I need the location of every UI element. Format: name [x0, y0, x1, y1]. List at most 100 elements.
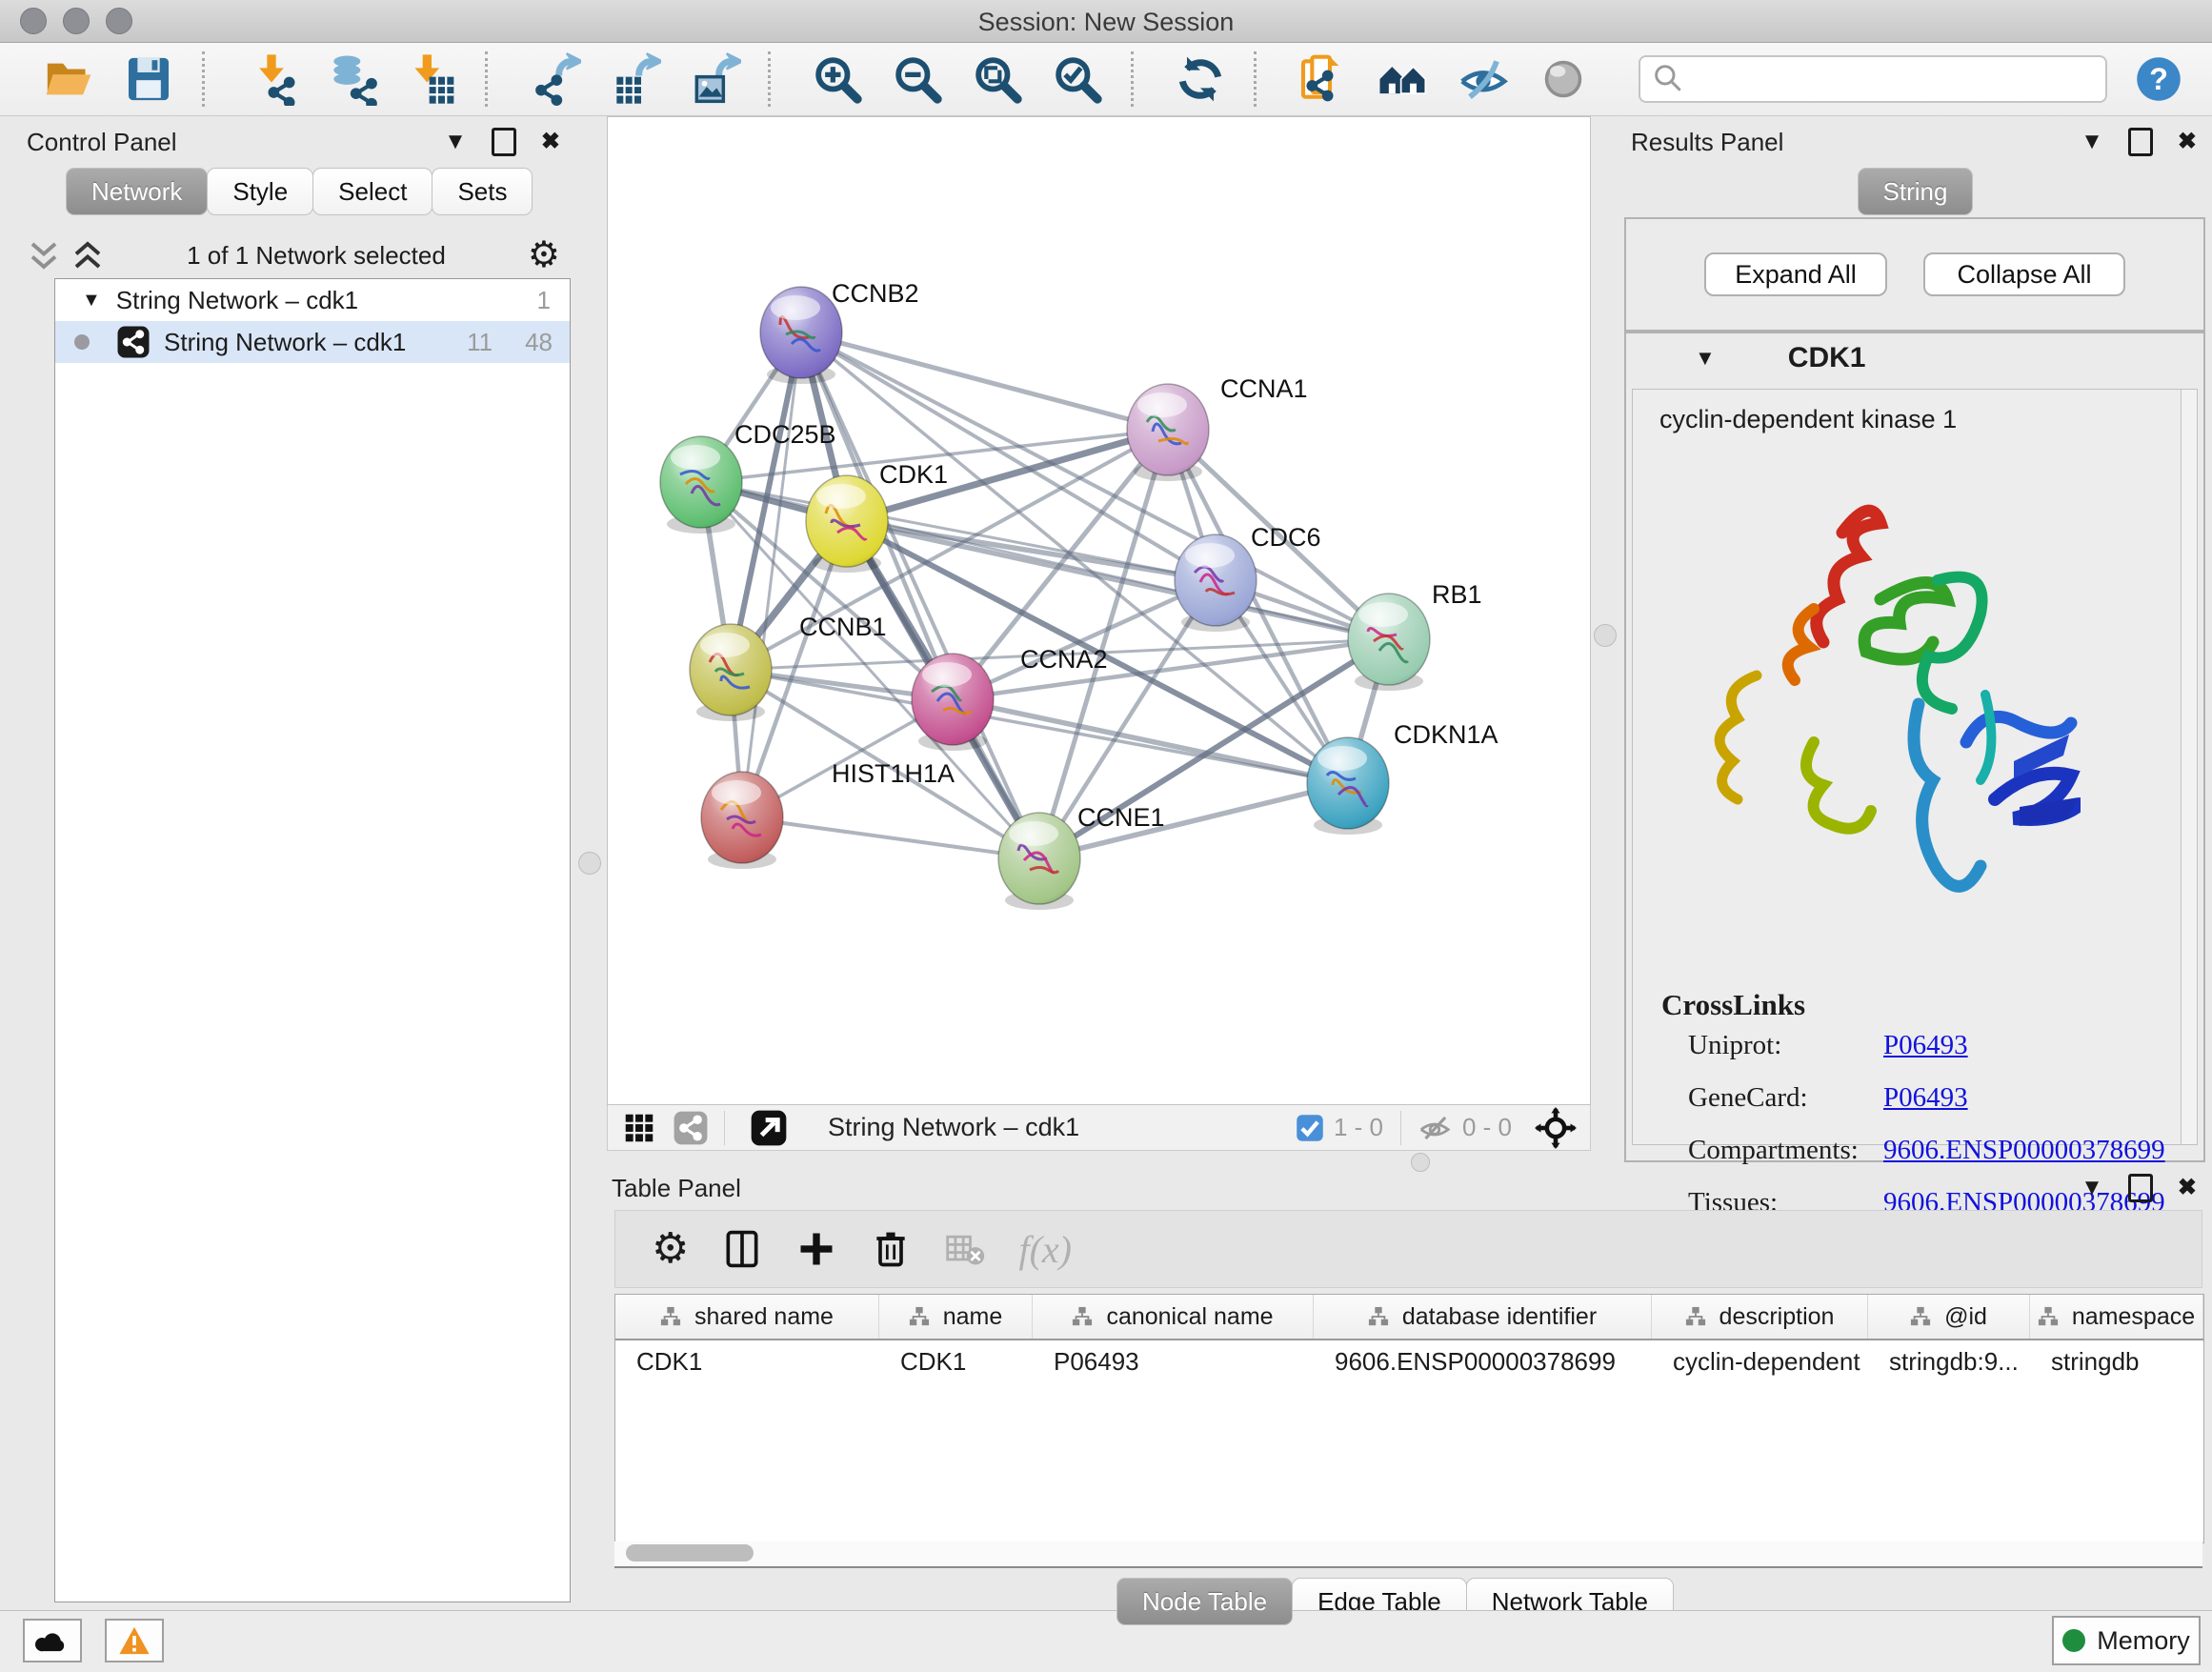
column-header-shared-name[interactable]: shared name — [615, 1295, 879, 1339]
hidden-eye-icon[interactable] — [1417, 1110, 1453, 1146]
table-cell: stringdb — [2030, 1347, 2203, 1377]
memory-button[interactable]: Memory — [2052, 1616, 2201, 1665]
table-panel-collapse-icon[interactable]: ▼ — [2081, 1177, 2103, 1199]
column-header-database-identifier[interactable]: database identifier — [1314, 1295, 1652, 1339]
hide-selected-button[interactable] — [1443, 48, 1523, 111]
tab-network[interactable]: Network — [66, 168, 208, 215]
collapse-all-icon[interactable] — [27, 238, 61, 272]
edge-CCNA1-CCNE1[interactable] — [1039, 430, 1168, 858]
column-header-description[interactable]: description — [1652, 1295, 1868, 1339]
network-canvas[interactable]: CCNB2CCNA1CDC25BCDK1CDC6RB1CCNB1CCNA2CDK… — [607, 116, 1591, 1105]
share-view-icon[interactable] — [673, 1110, 709, 1146]
column-tree-icon — [909, 1306, 930, 1327]
table-header-row: shared namename canonical name database id… — [615, 1295, 2203, 1340]
column-tree-icon — [2038, 1306, 2059, 1327]
expand-all-icon[interactable] — [70, 238, 105, 272]
zoom-selected-button[interactable] — [1037, 48, 1117, 111]
column-header-name[interactable]: name — [879, 1295, 1033, 1339]
results-scrollbar[interactable] — [2181, 390, 2197, 1144]
protein-section-header[interactable]: ▼ CDK1 — [1626, 333, 2203, 383]
memory-label: Memory — [2097, 1626, 2190, 1656]
selected-checkbox-icon[interactable] — [1296, 1114, 1324, 1142]
protein-collapse-icon[interactable]: ▼ — [1695, 346, 1716, 371]
column-tree-icon — [1368, 1306, 1389, 1327]
collapse-all-button[interactable]: Collapse All — [1923, 252, 2125, 296]
node-HIST1H1A[interactable]: HIST1H1A — [701, 759, 955, 869]
import-network-file-button[interactable] — [231, 48, 312, 111]
table-hscrollbar[interactable] — [614, 1541, 2202, 1568]
control-panel-float-icon[interactable] — [492, 128, 516, 156]
zoom-out-button[interactable] — [877, 48, 957, 111]
results-panel-close-icon[interactable]: ✖ — [2178, 131, 2197, 153]
search-field[interactable] — [1688, 64, 2073, 95]
export-table-button[interactable] — [594, 48, 674, 111]
node-CCNB2[interactable]: CCNB2 — [760, 279, 919, 384]
table-body: CDK1CDK1P064939606.ENSP00000378699cyclin… — [615, 1340, 2203, 1382]
column-header-namespace[interactable]: namespace — [2030, 1295, 2203, 1339]
export-network-button[interactable] — [514, 48, 594, 111]
function-builder-icon[interactable]: f(x) — [1018, 1227, 1072, 1272]
refresh-button[interactable] — [1160, 48, 1240, 111]
table-settings-gear-icon[interactable]: ⚙ — [652, 1228, 689, 1270]
tab-select[interactable]: Select — [312, 168, 432, 215]
crosslink-link[interactable]: P06493 — [1883, 1082, 1968, 1114]
birdseye-crosshair-icon[interactable] — [1535, 1107, 1577, 1149]
control-panel-close-icon[interactable]: ✖ — [541, 131, 560, 153]
tab-style[interactable]: Style — [207, 168, 313, 215]
edge-HIST1H1A-CCNE1[interactable] — [742, 817, 1039, 858]
export-image-button[interactable] — [674, 48, 754, 111]
show-all-button[interactable] — [1523, 48, 1603, 111]
share-document-button[interactable] — [1283, 48, 1363, 111]
table-row[interactable]: CDK1CDK1P064939606.ENSP00000378699cyclin… — [615, 1340, 2203, 1382]
edge-CCNB2-CCNA1[interactable] — [801, 332, 1168, 430]
crosslink-link[interactable]: P06493 — [1883, 1030, 1968, 1061]
node-RB1[interactable]: RB1 — [1348, 580, 1482, 691]
home-layout-button[interactable] — [1363, 48, 1443, 111]
results-panel-float-icon[interactable] — [2128, 128, 2153, 156]
table-panel-close-icon[interactable]: ✖ — [2178, 1177, 2197, 1199]
network-collection-row[interactable]: ▼ String Network – cdk1 1 — [55, 279, 570, 321]
column-header-label: canonical name — [1106, 1303, 1273, 1331]
delete-column-trash-icon[interactable] — [870, 1228, 912, 1270]
node-label-CCNB2: CCNB2 — [832, 279, 919, 308]
zoom-in-button[interactable] — [797, 48, 877, 111]
zoom-fit-button[interactable] — [957, 48, 1037, 111]
open-session-button[interactable] — [29, 48, 109, 111]
network-options-gear-icon[interactable]: ⚙ — [528, 237, 560, 273]
column-header--id[interactable]: @id — [1868, 1295, 2030, 1339]
node-CCNA1[interactable]: CCNA1 — [1127, 374, 1308, 481]
network-row[interactable]: String Network – cdk1 11 48 — [55, 321, 570, 363]
edge-CCNA2-CDKN1A[interactable] — [953, 699, 1348, 783]
warnings-status-button[interactable] — [105, 1619, 164, 1662]
column-header-canonical-name[interactable]: canonical name — [1033, 1295, 1314, 1339]
cloud-status-button[interactable] — [23, 1619, 82, 1662]
crosslink-link[interactable]: 9606.ENSP00000378699 — [1883, 1135, 2165, 1166]
left-splitter-handle[interactable] — [578, 852, 601, 875]
node-CDC6[interactable]: CDC6 — [1175, 523, 1321, 632]
save-session-button[interactable] — [109, 48, 189, 111]
node-CDK1[interactable]: CDK1 — [806, 460, 948, 573]
right-splitter-handle[interactable] — [1594, 624, 1617, 647]
import-table-button[interactable] — [392, 48, 472, 111]
eye-gray-icon — [1537, 52, 1590, 106]
help-button[interactable]: ? — [2134, 54, 2183, 104]
table-panel-float-icon[interactable] — [2128, 1174, 2153, 1202]
node-CCNE1[interactable]: CCNE1 — [998, 803, 1165, 910]
search-input[interactable] — [1639, 55, 2107, 103]
expand-all-button[interactable]: Expand All — [1704, 252, 1887, 296]
control-panel-collapse-icon[interactable]: ▼ — [444, 131, 467, 153]
delete-table-icon[interactable] — [944, 1228, 986, 1270]
node-CDKN1A[interactable]: CDKN1A — [1307, 720, 1498, 835]
results-panel-collapse-icon[interactable]: ▼ — [2081, 131, 2103, 153]
tab-sets[interactable]: Sets — [432, 168, 533, 215]
tab-node-table[interactable]: Node Table — [1116, 1578, 1293, 1625]
open-in-window-icon[interactable] — [750, 1109, 788, 1147]
table-hscrollbar-thumb[interactable] — [626, 1544, 754, 1561]
add-column-icon[interactable] — [795, 1228, 837, 1270]
network-graph[interactable]: CCNB2CCNA1CDC25BCDK1CDC6RB1CCNB1CCNA2CDK… — [608, 117, 1590, 1104]
show-columns-icon[interactable] — [721, 1228, 763, 1270]
grid-view-icon[interactable] — [621, 1110, 657, 1146]
import-network-database-button[interactable] — [312, 48, 392, 111]
tree-expand-icon[interactable]: ▼ — [82, 290, 101, 312]
tab-string[interactable]: String — [1858, 168, 1974, 215]
